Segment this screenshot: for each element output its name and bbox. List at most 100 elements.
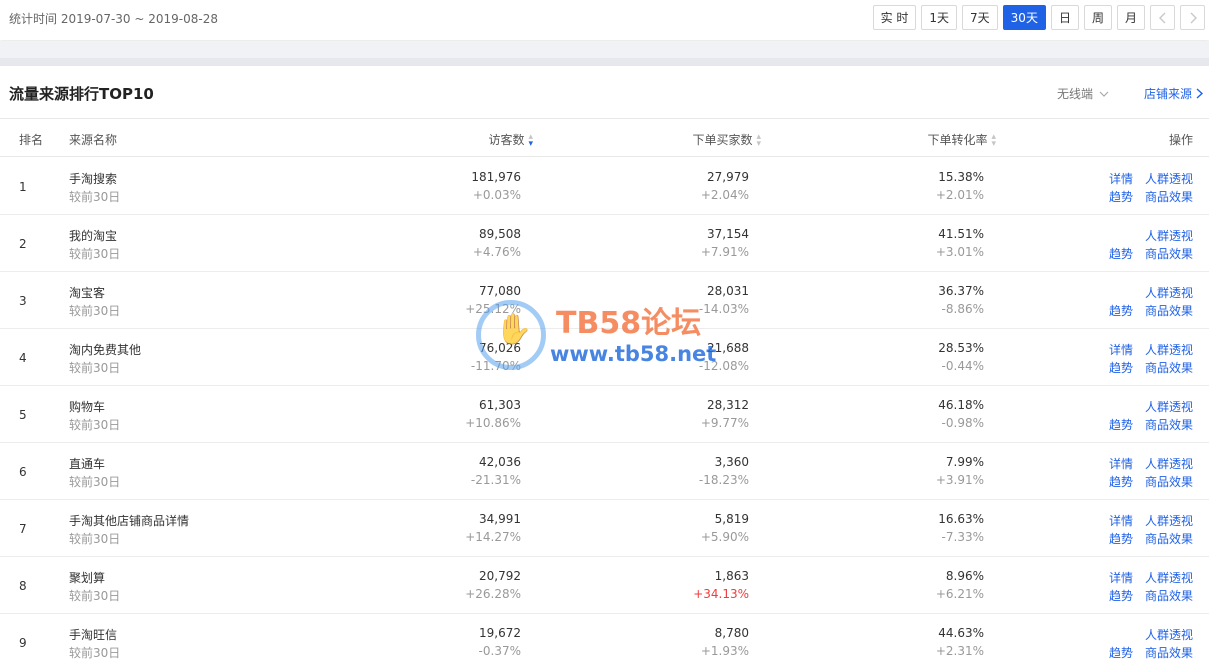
visitors-change: +10.86% bbox=[465, 416, 521, 430]
trend-link[interactable]: 趋势 bbox=[1109, 644, 1133, 661]
section-gap-band bbox=[0, 58, 1209, 66]
trend-link[interactable]: 趋势 bbox=[1109, 359, 1133, 376]
col-conversion[interactable]: 下单转化率 ▴ ▾ bbox=[927, 131, 996, 148]
col-visitors-label: 访客数 bbox=[488, 133, 525, 147]
visitors-change: +4.76% bbox=[472, 245, 521, 259]
chevron-right-icon bbox=[1196, 88, 1204, 99]
range-1day-button[interactable]: 1天 bbox=[921, 5, 958, 30]
conversion-value: 8.96% bbox=[945, 569, 984, 583]
buyers-value: 3,360 bbox=[714, 455, 749, 469]
range-day-button[interactable]: 日 bbox=[1050, 5, 1079, 30]
trend-link[interactable]: 趋势 bbox=[1109, 302, 1133, 319]
goods-effect-link[interactable]: 商品效果 bbox=[1145, 416, 1193, 433]
detail-link[interactable]: 详情 bbox=[1109, 341, 1133, 358]
compare-label: 较前30日 bbox=[69, 190, 121, 204]
conversion-change: +3.01% bbox=[935, 245, 984, 259]
shop-source-label: 店铺来源 bbox=[1144, 87, 1193, 101]
visitors-value: 42,036 bbox=[479, 455, 521, 469]
device-select-value: 无线端 bbox=[1057, 87, 1094, 101]
detail-link[interactable]: 详情 bbox=[1109, 455, 1133, 472]
trend-link[interactable]: 趋势 bbox=[1109, 188, 1133, 205]
compare-label: 较前30日 bbox=[69, 646, 121, 660]
device-select[interactable]: 无线端 bbox=[1057, 85, 1109, 102]
compare-label: 较前30日 bbox=[69, 589, 121, 603]
goods-effect-link[interactable]: 商品效果 bbox=[1145, 587, 1193, 604]
table-row: 6 直通车 较前30日 42,036 -21.31% 3,360 -18.23% 7.99% +… bbox=[0, 443, 1209, 500]
top-bar: 统计时间 2019-07-30 ~ 2019-08-28 实 时 1天 7天 3… bbox=[0, 0, 1209, 40]
conversion-change: +2.01% bbox=[935, 188, 984, 202]
trend-link[interactable]: 趋势 bbox=[1109, 530, 1133, 547]
rank-number: 1 bbox=[19, 180, 27, 194]
conversion-value: 36.37% bbox=[938, 284, 984, 298]
crowd-link[interactable]: 人群透视 bbox=[1145, 512, 1193, 529]
range-realtime-button[interactable]: 实 时 bbox=[872, 5, 917, 30]
col-action: 操作 bbox=[1168, 133, 1193, 147]
trend-link[interactable]: 趋势 bbox=[1109, 245, 1133, 262]
buyers-change: +5.90% bbox=[700, 530, 749, 544]
crowd-link[interactable]: 人群透视 bbox=[1145, 284, 1193, 301]
visitors-value: 61,303 bbox=[479, 398, 521, 412]
source-name: 手淘其他店铺商品详情 bbox=[69, 514, 190, 528]
crowd-link[interactable]: 人群透视 bbox=[1145, 569, 1193, 586]
visitors-value: 20,792 bbox=[479, 569, 521, 583]
detail-link[interactable]: 详情 bbox=[1109, 569, 1133, 586]
crowd-link[interactable]: 人群透视 bbox=[1145, 398, 1193, 415]
rank-number: 5 bbox=[19, 408, 27, 422]
crowd-link[interactable]: 人群透视 bbox=[1145, 227, 1193, 244]
source-name: 手淘搜索 bbox=[69, 172, 118, 186]
visitors-change: -21.31% bbox=[470, 473, 521, 487]
source-name: 我的淘宝 bbox=[69, 229, 118, 243]
table-row: 5 购物车 较前30日 61,303 +10.86% 28,312 +9.77% 46.18%… bbox=[0, 386, 1209, 443]
compare-label: 较前30日 bbox=[69, 304, 121, 318]
next-period-button[interactable] bbox=[1180, 5, 1205, 30]
buyers-change: -12.08% bbox=[698, 359, 749, 373]
col-buyers[interactable]: 下单买家数 ▴ ▾ bbox=[692, 131, 761, 148]
col-rank: 排名 bbox=[19, 133, 44, 147]
goods-effect-link[interactable]: 商品效果 bbox=[1145, 473, 1193, 490]
crowd-link[interactable]: 人群透视 bbox=[1145, 455, 1193, 472]
goods-effect-link[interactable]: 商品效果 bbox=[1145, 530, 1193, 547]
crowd-link[interactable]: 人群透视 bbox=[1145, 170, 1193, 187]
goods-effect-link[interactable]: 商品效果 bbox=[1145, 188, 1193, 205]
chevron-down-icon bbox=[1099, 91, 1109, 97]
conversion-change: +2.31% bbox=[935, 644, 984, 658]
detail-link[interactable]: 详情 bbox=[1109, 512, 1133, 529]
goods-effect-link[interactable]: 商品效果 bbox=[1145, 245, 1193, 262]
source-name: 直通车 bbox=[69, 457, 106, 471]
visitors-value: 19,672 bbox=[479, 626, 521, 640]
conversion-change: -0.44% bbox=[941, 359, 984, 373]
buyers-value: 28,031 bbox=[707, 284, 749, 298]
range-7day-button[interactable]: 7天 bbox=[962, 5, 998, 30]
compare-label: 较前30日 bbox=[69, 247, 121, 261]
goods-effect-link[interactable]: 商品效果 bbox=[1145, 359, 1193, 376]
table-row: 4 淘内免费其他 较前30日 76,026 -11.70% 21,688 -12.08% 28… bbox=[0, 329, 1209, 386]
goods-effect-link[interactable]: 商品效果 bbox=[1145, 302, 1193, 319]
crowd-link[interactable]: 人群透视 bbox=[1145, 341, 1193, 358]
trend-link[interactable]: 趋势 bbox=[1109, 416, 1133, 433]
col-visitors[interactable]: 访客数 ▴ ▾ bbox=[488, 131, 533, 148]
range-week-button[interactable]: 周 bbox=[1083, 5, 1112, 30]
visitors-value: 76,026 bbox=[479, 341, 521, 355]
detail-link[interactable]: 详情 bbox=[1109, 170, 1133, 187]
crowd-link[interactable]: 人群透视 bbox=[1145, 626, 1193, 643]
rank-number: 7 bbox=[19, 522, 27, 536]
buyers-change: -18.23% bbox=[698, 473, 749, 487]
goods-effect-link[interactable]: 商品效果 bbox=[1145, 644, 1193, 661]
trend-link[interactable]: 趋势 bbox=[1109, 473, 1133, 490]
buyers-value: 27,979 bbox=[707, 170, 749, 184]
sort-icon: ▴ ▾ bbox=[528, 131, 533, 149]
shop-source-link[interactable]: 店铺来源 bbox=[1144, 85, 1204, 102]
table-row: 2 我的淘宝 较前30日 89,508 +4.76% 37,154 +7.91% 41.51%… bbox=[0, 215, 1209, 272]
table-row: 8 聚划算 较前30日 20,792 +26.28% 1,863 +34.13% 8.96% +… bbox=[0, 557, 1209, 614]
range-30day-button[interactable]: 30天 bbox=[1002, 5, 1046, 30]
section-gap bbox=[0, 41, 1209, 66]
buyers-value: 1,863 bbox=[714, 569, 749, 583]
prev-period-button[interactable] bbox=[1150, 5, 1175, 30]
range-month-button[interactable]: 月 bbox=[1116, 5, 1145, 30]
visitors-change: +26.28% bbox=[465, 587, 521, 601]
rank-number: 6 bbox=[19, 465, 27, 479]
table-header: 排名 来源名称 访客数 ▴ ▾ 下单买家数 ▴ ▾ 下单转化率 ▴ ▾ 操作 bbox=[0, 119, 1209, 157]
range-button-group: 实 时 1天 7天 30天 日 周 月 bbox=[872, 5, 1205, 30]
trend-link[interactable]: 趋势 bbox=[1109, 587, 1133, 604]
visitors-value: 77,080 bbox=[479, 284, 521, 298]
